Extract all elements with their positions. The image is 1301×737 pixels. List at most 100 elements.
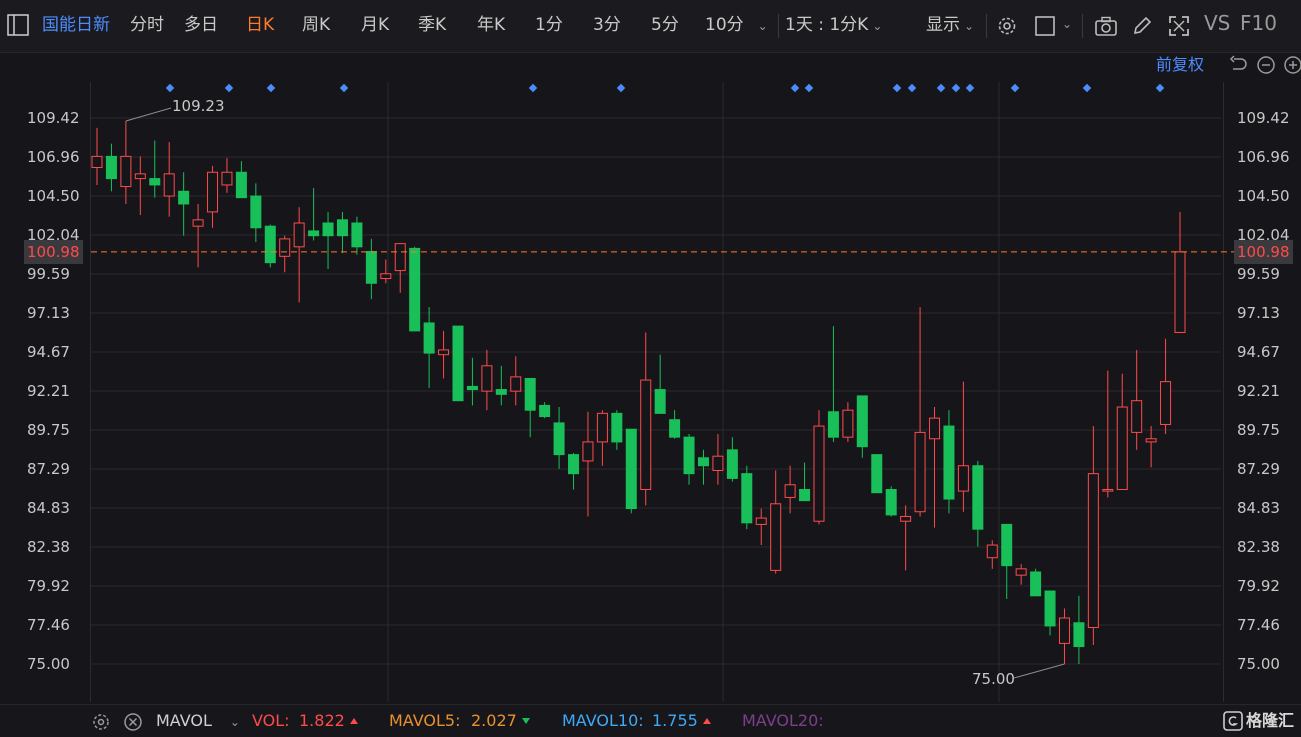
candle-up: [438, 349, 450, 356]
close-icon[interactable]: [123, 712, 143, 732]
price-tick-label: 79.92: [1237, 577, 1280, 595]
candle-down: [654, 389, 666, 414]
candle-up: [712, 455, 724, 471]
candle-down: [308, 230, 320, 237]
price-tick-label: 99.59: [1237, 265, 1280, 283]
low-price-label: 75.00: [972, 670, 1015, 688]
candle-down: [741, 473, 753, 524]
candle-up: [1058, 617, 1070, 644]
price-tick-label: 94.67: [1237, 343, 1280, 361]
candle-up: [1145, 438, 1157, 443]
candle-down: [423, 322, 435, 354]
event-marker-icon: [790, 83, 800, 93]
candle-up: [510, 376, 522, 392]
candle-up: [279, 238, 291, 257]
price-tick-label: 84.83: [27, 499, 70, 517]
price-tick-label: 106.96: [27, 148, 80, 166]
candle-up: [1131, 400, 1143, 433]
candle-down: [726, 449, 738, 479]
price-tick-label: 109.42: [1237, 109, 1290, 127]
price-tick-label: 75.00: [1237, 655, 1280, 673]
candle-up: [221, 171, 233, 186]
price-tick-label: 82.38: [27, 538, 70, 556]
event-marker-icon: [224, 83, 234, 93]
candle-down: [885, 489, 897, 516]
candle-down: [409, 247, 421, 332]
candle-up: [192, 219, 204, 227]
candle-up: [1087, 473, 1099, 629]
candle-down: [178, 190, 190, 205]
indicator-name: MAVOL: [156, 711, 212, 730]
low-leader-line: [1013, 663, 1065, 679]
candle-up: [914, 431, 926, 513]
mavol5-value-text: 2.027: [471, 711, 517, 730]
candle-down: [972, 465, 984, 530]
candle-down: [250, 195, 262, 229]
chevron-down-icon: ⌄: [229, 715, 240, 729]
event-marker-icon: [1010, 83, 1020, 93]
candle-down: [524, 377, 536, 411]
mavol20-label: MAVOL20:: [742, 711, 824, 730]
candle-down: [697, 457, 709, 467]
gear-icon[interactable]: [91, 712, 111, 732]
high-price-label: 109.23: [172, 97, 225, 115]
candle-up: [1116, 406, 1128, 491]
event-marker-icon: [936, 83, 946, 93]
event-marker-icon: [165, 83, 175, 93]
price-tick-label: 79.92: [27, 577, 70, 595]
event-marker-icon: [1082, 83, 1092, 93]
candle-down: [336, 219, 348, 237]
mavol5-value: 2.027: [471, 711, 530, 731]
price-tick-label: 99.59: [27, 265, 70, 283]
price-tick-label: 77.46: [27, 616, 70, 634]
candle-up: [596, 412, 608, 443]
candle-down: [105, 155, 117, 180]
event-marker-icon: [892, 83, 902, 93]
candle-down: [943, 425, 955, 500]
candle-up: [1015, 568, 1027, 576]
candle-down: [1001, 523, 1013, 567]
candle-down: [669, 419, 681, 438]
candle-down: [264, 225, 276, 264]
candle-up: [813, 425, 825, 522]
price-tick-label: 84.83: [1237, 499, 1280, 517]
price-tick-label: 97.13: [1237, 304, 1280, 322]
candle-down: [683, 436, 695, 475]
candle-up: [380, 273, 392, 280]
price-tick-label: 97.13: [27, 304, 70, 322]
candle-down: [871, 454, 883, 494]
event-marker-icon: [528, 83, 538, 93]
candle-up: [91, 155, 103, 168]
price-tick-label: 104.50: [27, 187, 80, 205]
candle-up: [394, 243, 406, 272]
candle-up: [929, 417, 941, 440]
candle-down: [799, 489, 811, 502]
candle-up: [120, 155, 132, 188]
candle-up: [770, 503, 782, 571]
candle-down: [611, 412, 623, 443]
price-tick-label: 89.75: [27, 421, 70, 439]
candle-up: [163, 173, 175, 197]
vol-label: VOL:: [252, 711, 290, 730]
price-tick-label: 82.38: [1237, 538, 1280, 556]
price-tick-label: 106.96: [1237, 148, 1290, 166]
vol-value: 1.822: [299, 711, 358, 731]
candle-down: [235, 171, 247, 199]
price-tick-label: 109.42: [27, 109, 80, 127]
candle-up: [207, 171, 219, 213]
up-arrow-icon: [702, 718, 711, 724]
candle-down: [827, 411, 839, 438]
mavol5-label: MAVOL5:: [389, 711, 461, 730]
candle-up: [1160, 381, 1172, 425]
event-marker-icon: [951, 83, 961, 93]
indicator-selector[interactable]: MAVOL ⌄: [156, 711, 240, 732]
candle-down: [856, 395, 868, 448]
brand-name: 格隆汇: [1246, 711, 1295, 730]
indicator-bar: MAVOL ⌄ VOL: 1.822 MAVOL5: 2.027 MAVOL10:…: [0, 704, 1301, 737]
event-marker-icon: [907, 83, 917, 93]
event-marker-icon: [616, 83, 626, 93]
candle-up: [784, 484, 796, 498]
event-marker-icon: [266, 83, 276, 93]
candle-down: [1044, 590, 1056, 627]
price-tick-label: 104.50: [1237, 187, 1290, 205]
